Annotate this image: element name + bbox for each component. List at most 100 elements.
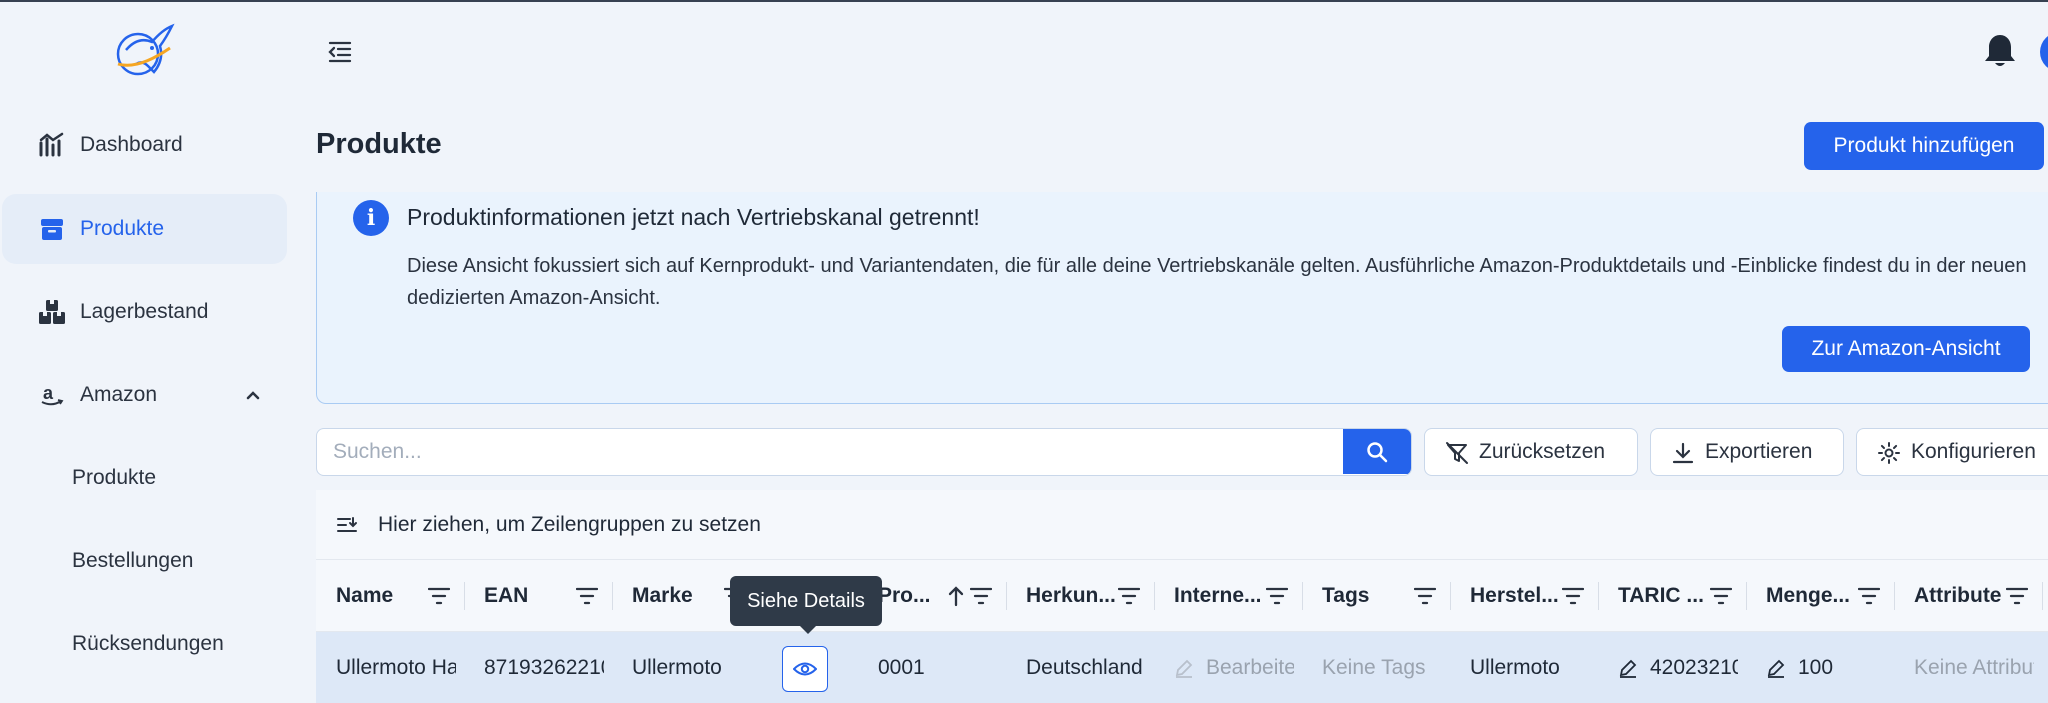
pencil-icon	[1767, 659, 1785, 678]
gear-icon	[1878, 442, 1900, 464]
reset-button[interactable]: Zurücksetzen	[1424, 428, 1638, 476]
page-title: Produkte	[316, 128, 442, 160]
sidebar-item-lagerbestand[interactable]: Lagerbestand	[2, 277, 287, 347]
search-input[interactable]	[317, 429, 1345, 474]
tooltip: Siehe Details	[730, 576, 882, 634]
product-grid: Hier ziehen, um Zeilengruppen zu setzen …	[316, 490, 2048, 703]
row-group-hint: Hier ziehen, um Zeilengruppen zu setzen	[378, 513, 761, 536]
column-label: Marke	[632, 584, 693, 607]
sidebar-item-label: Produkte	[80, 217, 165, 240]
grid-header-row: Name EAN Marke Pro... Herkun... Interne.…	[316, 560, 2048, 632]
filter-icon[interactable]	[1858, 586, 1880, 606]
column-label: TARIC ...	[1618, 584, 1704, 607]
sidebar-item-label: Dashboard	[80, 133, 183, 156]
search-icon	[1367, 441, 1388, 462]
svg-text:a: a	[43, 383, 54, 403]
chart-bar-icon	[38, 131, 66, 159]
column-label: EAN	[484, 584, 529, 607]
cell-manufacturer[interactable]: Ullermoto	[1450, 632, 1590, 703]
filter-icon[interactable]	[1414, 586, 1436, 606]
cell-tags[interactable]: Keine Tags	[1302, 632, 1442, 703]
cell-quantity-text: 100	[1798, 656, 1834, 679]
column-divider[interactable]	[2042, 582, 2043, 610]
info-icon: i	[353, 200, 389, 236]
collapse-menu-icon[interactable]	[326, 38, 354, 66]
sidebar-item-produkte[interactable]: Produkte	[2, 194, 287, 264]
column-header-herkunft[interactable]: Herkun...	[1006, 560, 1154, 632]
column-header-taric[interactable]: TARIC ...	[1598, 560, 1746, 632]
column-label: Tags	[1322, 584, 1370, 607]
column-header-intern[interactable]: Interne...	[1154, 560, 1302, 632]
export-button[interactable]: Exportieren	[1650, 428, 1844, 476]
sort-ascending-icon[interactable]	[946, 585, 966, 607]
column-label: Attribute	[1914, 584, 2002, 607]
table-row[interactable]: Ullermoto Ha 87193262210 Ullermoto 0001 …	[316, 632, 2048, 703]
sidebar-subitem-produkte[interactable]: Produkte	[72, 466, 156, 490]
cell-name[interactable]: Ullermoto Ha	[316, 632, 456, 703]
search-button[interactable]	[1343, 429, 1411, 474]
amazon-icon: a	[38, 381, 66, 409]
group-rows-icon	[337, 517, 357, 532]
filter-icon[interactable]	[1710, 586, 1732, 606]
filter-icon[interactable]	[1562, 586, 1584, 606]
sidebar-item-label: Lagerbestand	[80, 300, 209, 323]
chevron-up-icon[interactable]	[243, 385, 263, 405]
cell-quantity[interactable]: 100	[1746, 632, 1886, 703]
configure-button[interactable]: Konfigurieren	[1856, 428, 2048, 476]
column-header-menge[interactable]: Menge...	[1746, 560, 1894, 632]
row-group-dropzone[interactable]: Hier ziehen, um Zeilengruppen zu setzen	[316, 490, 2048, 560]
add-product-button[interactable]: Produkt hinzufügen	[1804, 122, 2044, 170]
pencil-icon	[1619, 659, 1637, 678]
filter-icon[interactable]	[1266, 586, 1288, 606]
info-title: Produktinformationen jetzt nach Vertrieb…	[407, 204, 980, 230]
sidebar-subitem-bestellungen[interactable]: Bestellungen	[72, 549, 193, 573]
column-label: Interne...	[1174, 584, 1262, 607]
filter-icon[interactable]	[576, 586, 598, 606]
sidebar-item-label: Amazon	[80, 383, 158, 406]
column-label: Herkun...	[1026, 584, 1116, 607]
column-label: Pro...	[878, 584, 931, 607]
column-label: Name	[336, 584, 394, 607]
cell-taric-text: 4202321000	[1650, 656, 1738, 679]
export-label: Exportieren	[1705, 440, 1813, 463]
logo-icon[interactable]	[108, 20, 178, 80]
bell-icon[interactable]	[1982, 32, 2018, 70]
filter-icon[interactable]	[428, 586, 450, 606]
cell-taric[interactable]: 4202321000	[1598, 632, 1738, 703]
filter-icon[interactable]	[970, 586, 992, 606]
column-label: Menge...	[1766, 584, 1851, 607]
avatar[interactable]	[2040, 32, 2048, 72]
column-header-name[interactable]: Name	[316, 560, 464, 632]
sidebar-item-amazon[interactable]: a Amazon	[2, 360, 287, 430]
column-header-hersteller[interactable]: Herstel...	[1450, 560, 1598, 632]
info-banner: i Produktinformationen jetzt nach Vertri…	[316, 192, 2048, 404]
eye-icon	[793, 662, 817, 676]
cell-product-number[interactable]: 0001	[858, 632, 998, 703]
reset-label: Zurücksetzen	[1479, 440, 1606, 463]
sidebar-item-dashboard[interactable]: Dashboard	[2, 110, 287, 180]
amazon-view-button[interactable]: Zur Amazon-Ansicht	[1782, 326, 2030, 372]
filter-icon[interactable]	[2006, 586, 2028, 606]
pencil-icon	[1175, 659, 1193, 678]
column-header-attribute[interactable]: Attribute	[1894, 560, 2042, 632]
view-details-button[interactable]	[782, 646, 828, 692]
cell-brand[interactable]: Ullermoto	[612, 632, 752, 703]
column-header-ean[interactable]: EAN	[464, 560, 612, 632]
cell-attributes[interactable]: Keine Attribute	[1894, 632, 2034, 703]
sidebar: Dashboard Produkte Lagerbestand a Amazon…	[0, 2, 290, 703]
column-label: Herstel...	[1470, 584, 1559, 607]
boxes-stack-icon	[38, 298, 66, 326]
search-bar	[316, 428, 1412, 476]
cell-internal-text: Bearbeiten	[1206, 656, 1294, 679]
filter-clear-icon	[1446, 442, 1468, 464]
info-text: Diese Ansicht fokussiert sich auf Kernpr…	[407, 255, 2027, 309]
configure-label: Konfigurieren	[1911, 440, 2036, 463]
download-icon	[1672, 442, 1694, 464]
filter-icon[interactable]	[1118, 586, 1140, 606]
cell-internal[interactable]: Bearbeiten	[1154, 632, 1294, 703]
cell-ean[interactable]: 87193262210	[464, 632, 604, 703]
column-header-tags[interactable]: Tags	[1302, 560, 1450, 632]
sidebar-subitem-ruecksendungen[interactable]: Rücksendungen	[72, 632, 224, 656]
cell-origin[interactable]: Deutschland	[1006, 632, 1146, 703]
box-icon	[38, 215, 66, 243]
